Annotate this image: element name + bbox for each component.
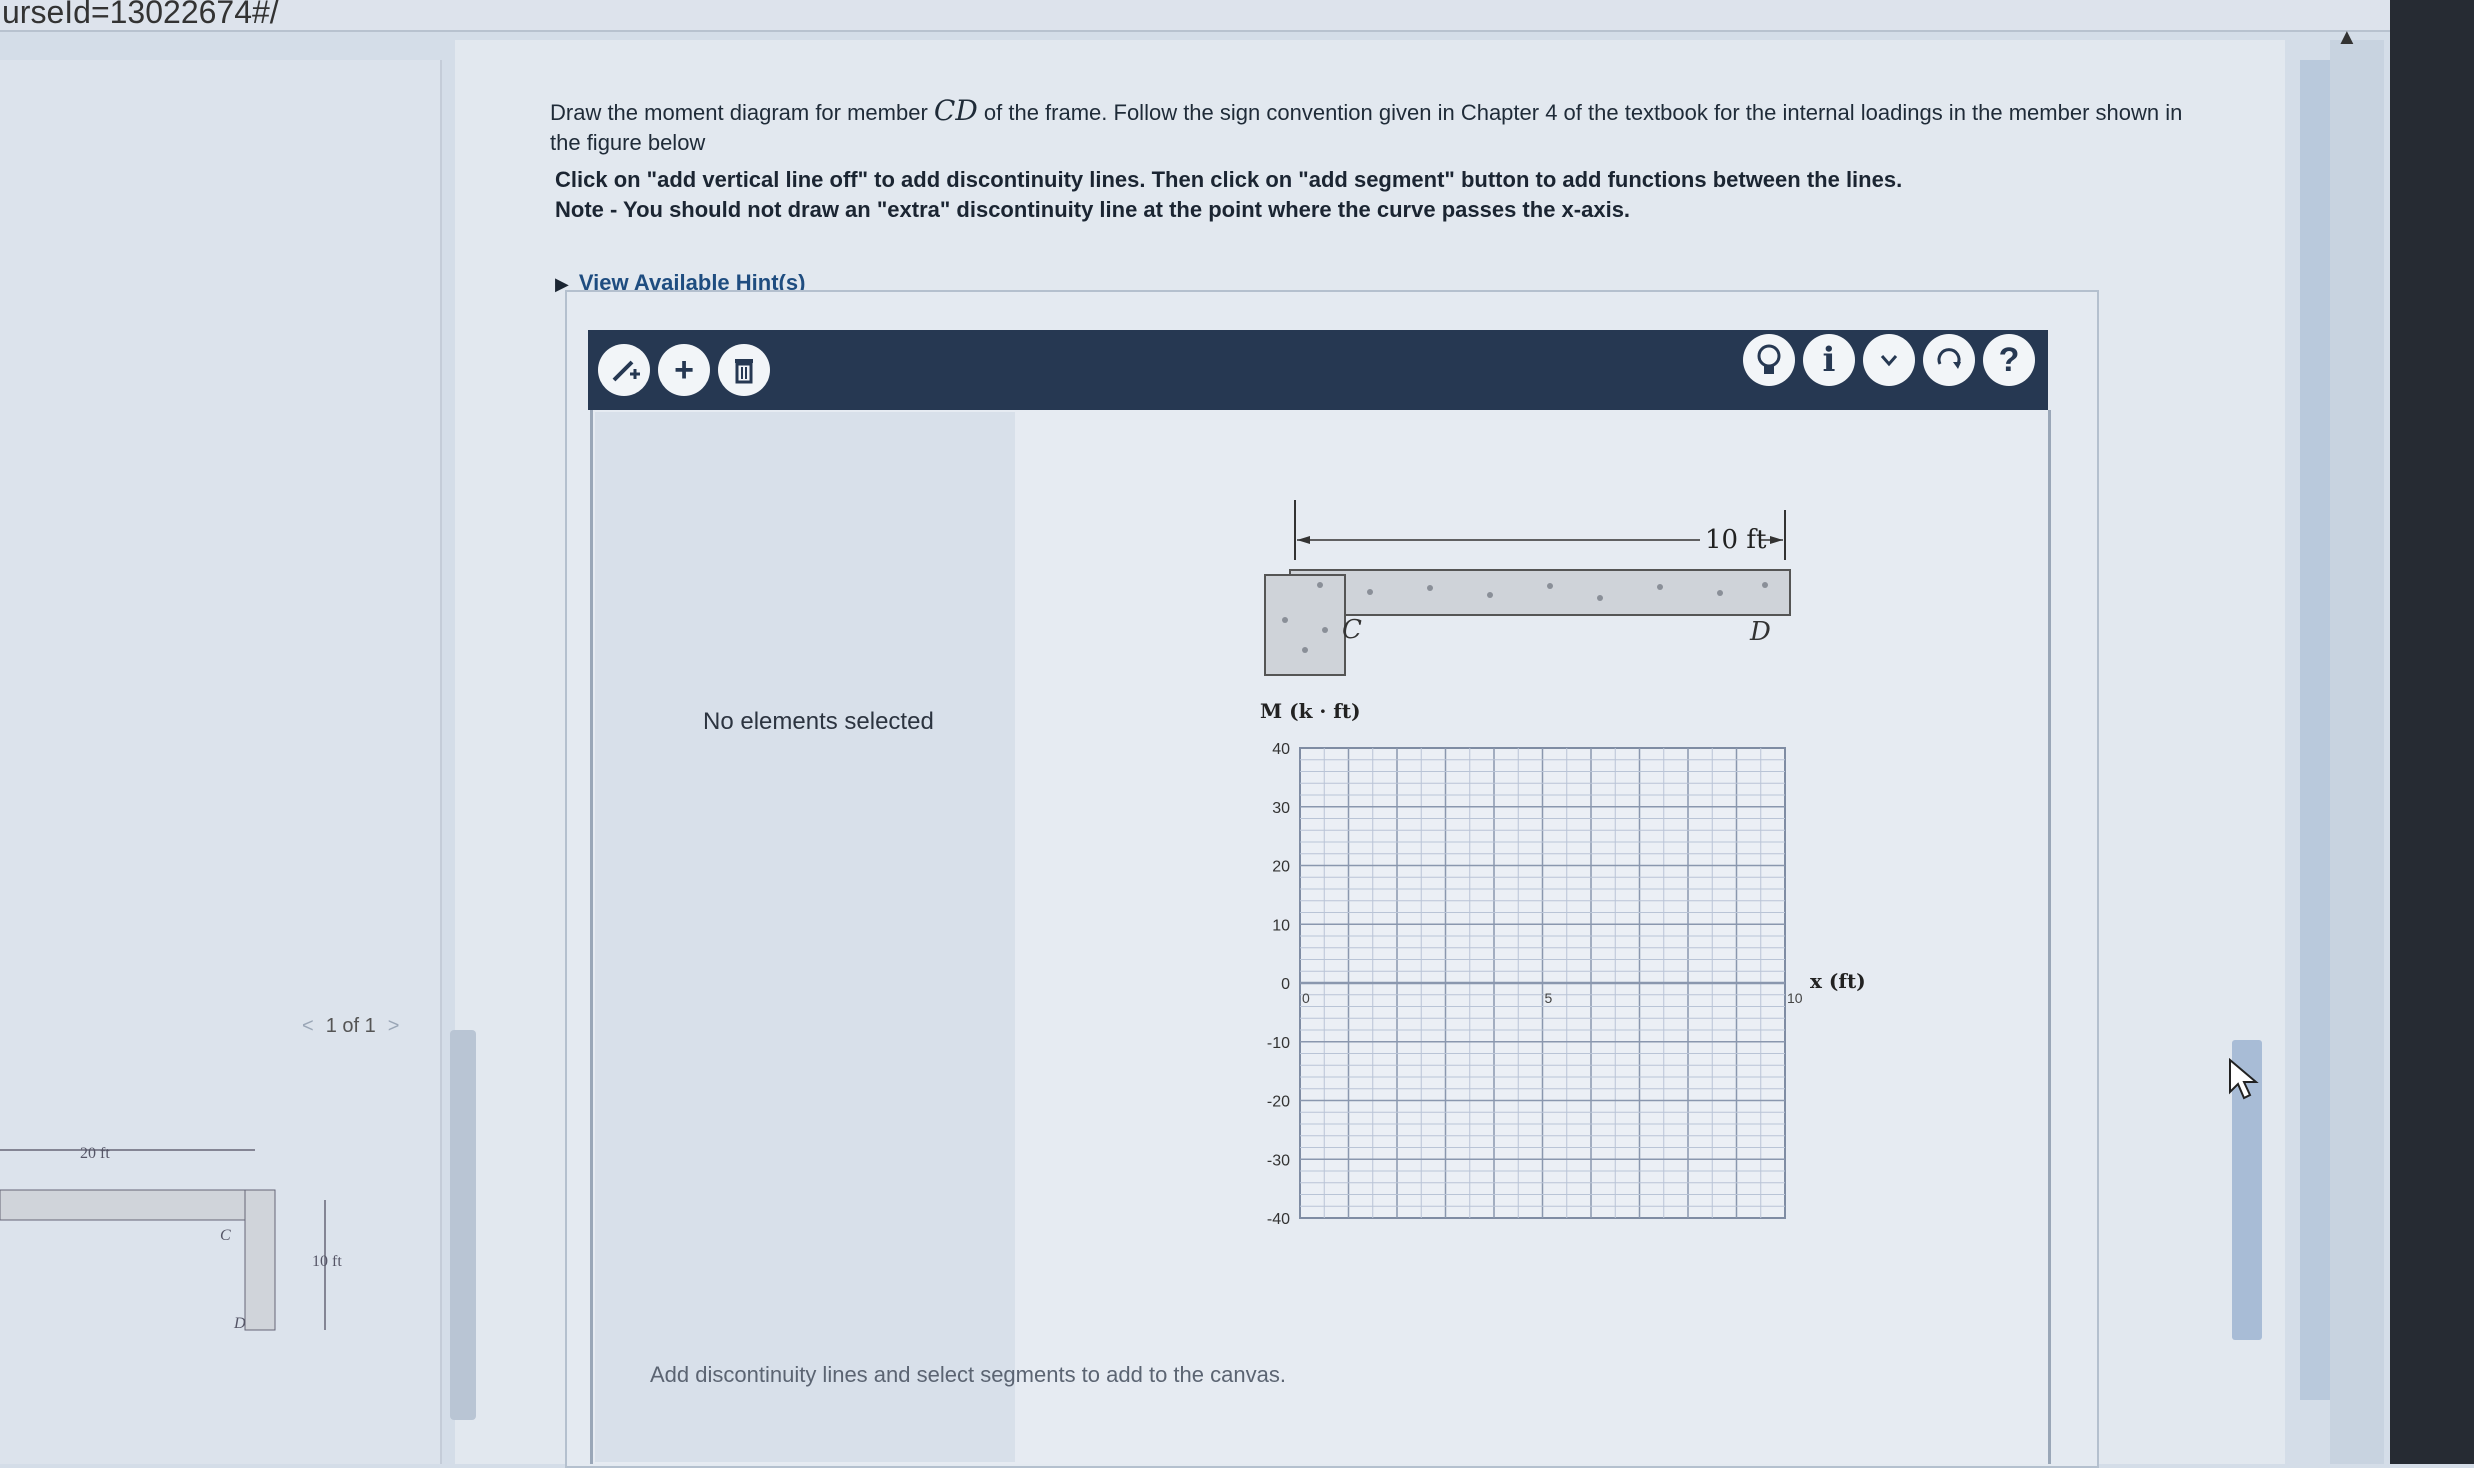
y-tick-labels: 40 30 20 10 0 -10 -20 -30 -40 bbox=[1267, 741, 1290, 1228]
instruction-text: Click on "add vertical line off" to add … bbox=[555, 167, 1903, 192]
x-tick-label: 10 bbox=[1787, 990, 1803, 1006]
next-figure-icon[interactable]: > bbox=[376, 1015, 412, 1037]
left-figure-panel: <1 of 1 > 20 ft 10 ft C D bbox=[0, 60, 442, 1464]
monitor-bezel bbox=[2390, 0, 2474, 1464]
url-text: urseId=13022674#/ bbox=[2, 0, 279, 30]
reset-icon[interactable] bbox=[1923, 334, 1975, 386]
y-tick-label: 10 bbox=[1272, 917, 1290, 934]
mouse-cursor-icon bbox=[2229, 1058, 2259, 1100]
add-vertical-line-icon[interactable] bbox=[598, 344, 650, 396]
point-c-label: C bbox=[1342, 615, 1362, 645]
y-tick-label: -30 bbox=[1267, 1152, 1290, 1169]
y-tick-label: 0 bbox=[1281, 976, 1290, 993]
figure-pager: <1 of 1 > bbox=[290, 1015, 411, 1038]
mini-c-label: C bbox=[220, 1227, 231, 1244]
page-scrollbar[interactable] bbox=[2330, 40, 2384, 1464]
member-label: CD bbox=[933, 94, 978, 127]
point-d-label: D bbox=[1749, 617, 1771, 647]
y-tick-label: 30 bbox=[1272, 800, 1290, 817]
trash-icon[interactable] bbox=[718, 344, 770, 396]
dimension-label: 10 ft bbox=[1705, 525, 1767, 555]
instructions: Click on "add vertical line off" to add … bbox=[555, 165, 2155, 225]
widget-toolbar: + i ? bbox=[588, 330, 2048, 410]
selection-status: No elements selected bbox=[703, 708, 934, 735]
pager-text: 1 of 1 bbox=[325, 1015, 376, 1037]
y-tick-label: -20 bbox=[1267, 1094, 1290, 1111]
info-icon[interactable]: i bbox=[1803, 334, 1855, 386]
frame-thumbnail[interactable]: 20 ft 10 ft C D bbox=[0, 1120, 360, 1360]
x-tick-label: 0 bbox=[1302, 990, 1310, 1006]
question-prompt: Draw the moment diagram for member CD of… bbox=[550, 94, 2183, 156]
y-tick-label: 20 bbox=[1272, 859, 1290, 876]
mini-height-label: 10 ft bbox=[312, 1253, 342, 1270]
mini-d-label: D bbox=[233, 1315, 246, 1332]
y-tick-label: 40 bbox=[1272, 741, 1290, 758]
y-tick-label: -10 bbox=[1267, 1035, 1290, 1052]
note-text: Note - You should not draw an "extra" di… bbox=[555, 197, 1631, 222]
x-tick-label: 5 bbox=[1545, 990, 1553, 1006]
y-tick-label: -40 bbox=[1267, 1211, 1290, 1228]
plot-grid[interactable] bbox=[1299, 747, 1786, 1219]
address-bar[interactable]: urseId=13022674#/ bbox=[0, 0, 2474, 32]
moment-diagram-figure: 10 ft C D M (k · ft) x (ft) 40 30 20 10 0 -10… bbox=[1260, 500, 1866, 1228]
x-axis-title: x (ft) bbox=[1810, 969, 1866, 993]
prev-figure-icon[interactable]: < bbox=[290, 1015, 326, 1037]
lightbulb-icon[interactable] bbox=[1743, 334, 1795, 386]
chevron-down-icon[interactable] bbox=[1863, 334, 1915, 386]
y-axis-title: M (k · ft) bbox=[1260, 699, 1361, 723]
selection-pane bbox=[595, 412, 1015, 1462]
page-gutter bbox=[2300, 60, 2330, 1400]
left-panel-scrollbar[interactable] bbox=[450, 1030, 476, 1420]
add-segment-icon[interactable]: + bbox=[658, 344, 710, 396]
canvas-instruction: Add discontinuity lines and select segme… bbox=[650, 1362, 1286, 1387]
help-icon[interactable]: ? bbox=[1983, 334, 2035, 386]
scroll-up-arrow-icon[interactable]: ▲ bbox=[2336, 24, 2358, 50]
mini-span-label: 20 ft bbox=[80, 1145, 110, 1162]
